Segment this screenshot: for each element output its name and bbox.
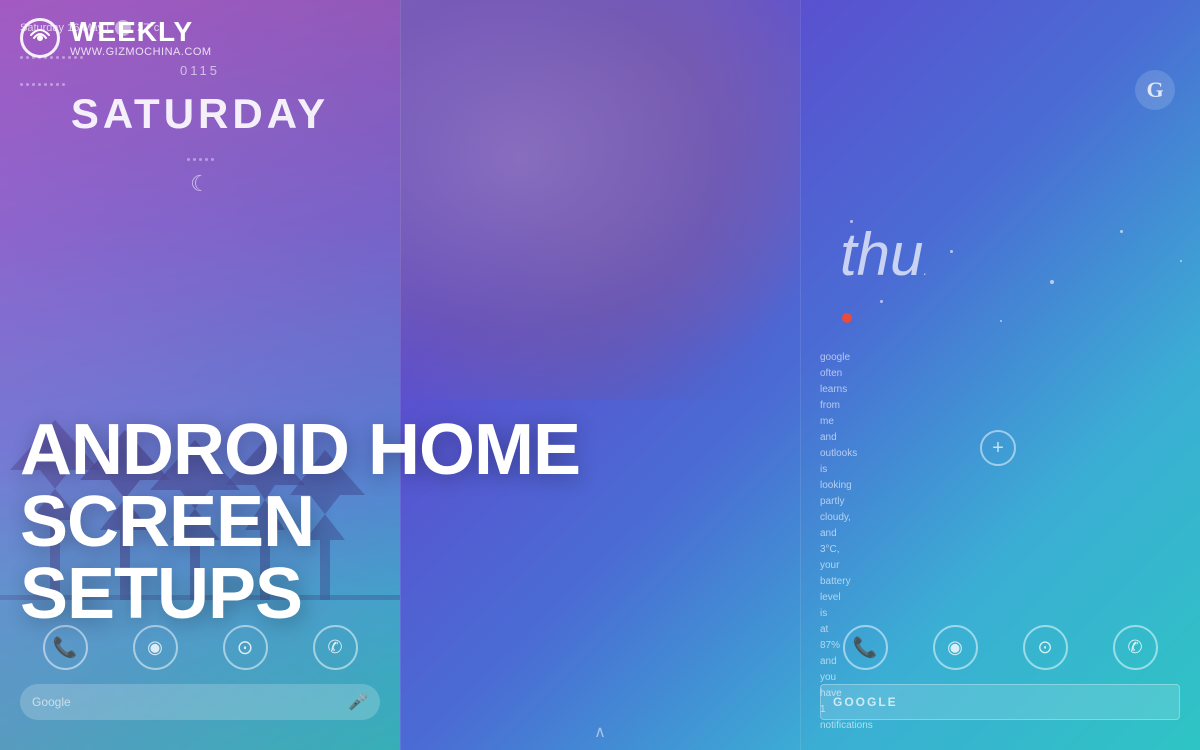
main-container: Saturday 16 May | 27°c 0115 SATURDAY ☾ 📞… — [0, 0, 1200, 750]
title-line2: SETUPS — [20, 554, 302, 634]
logo-header: WEEKLY WWW.GIZMOCHINA.COM — [20, 18, 212, 58]
logo-url-text: WWW.GIZMOCHINA.COM — [70, 46, 212, 58]
title-line1: ANDROID HOME SCREEN — [20, 410, 580, 562]
google-g-icon[interactable]: G — [1135, 70, 1175, 110]
right-phone-content: Sun Mon Tue Wed Thu — [800, 0, 1200, 750]
logo-weekly-text: WEEKLY — [70, 18, 212, 46]
search-bar-left[interactable]: Google 🎤 — [20, 684, 380, 720]
dots-decoration-2 — [20, 83, 380, 86]
day-display: SATURDAY — [20, 90, 380, 138]
main-title-block: ANDROID HOME SCREEN SETUPS — [20, 414, 580, 630]
left-phone-content: Saturday 16 May | 27°c 0115 SATURDAY ☾ 📞… — [0, 0, 400, 750]
wifi-logo-icon — [29, 27, 51, 49]
divider-left-middle — [400, 0, 401, 750]
logo-text-group: WEEKLY WWW.GIZMOCHINA.COM — [70, 18, 212, 58]
whatsapp-icon-left[interactable]: ✆ — [313, 625, 358, 670]
mic-icon: 🎤 — [348, 692, 368, 712]
arrow-icon: ∧ — [594, 724, 606, 741]
middle-phone-content: thu. google often learns from me and out… — [400, 0, 800, 750]
main-title-text: ANDROID HOME SCREEN SETUPS — [20, 414, 580, 630]
google-g-label: G — [1146, 77, 1163, 103]
search-label-left: Google — [32, 695, 348, 709]
divider-middle-right — [800, 0, 801, 750]
time-display: 0115 — [20, 63, 380, 78]
dots-decoration-3 — [20, 158, 380, 161]
moon-icon: ☾ — [20, 171, 380, 197]
logo-icon-circle — [20, 18, 60, 58]
bottom-arrow: ∧ — [594, 722, 606, 742]
